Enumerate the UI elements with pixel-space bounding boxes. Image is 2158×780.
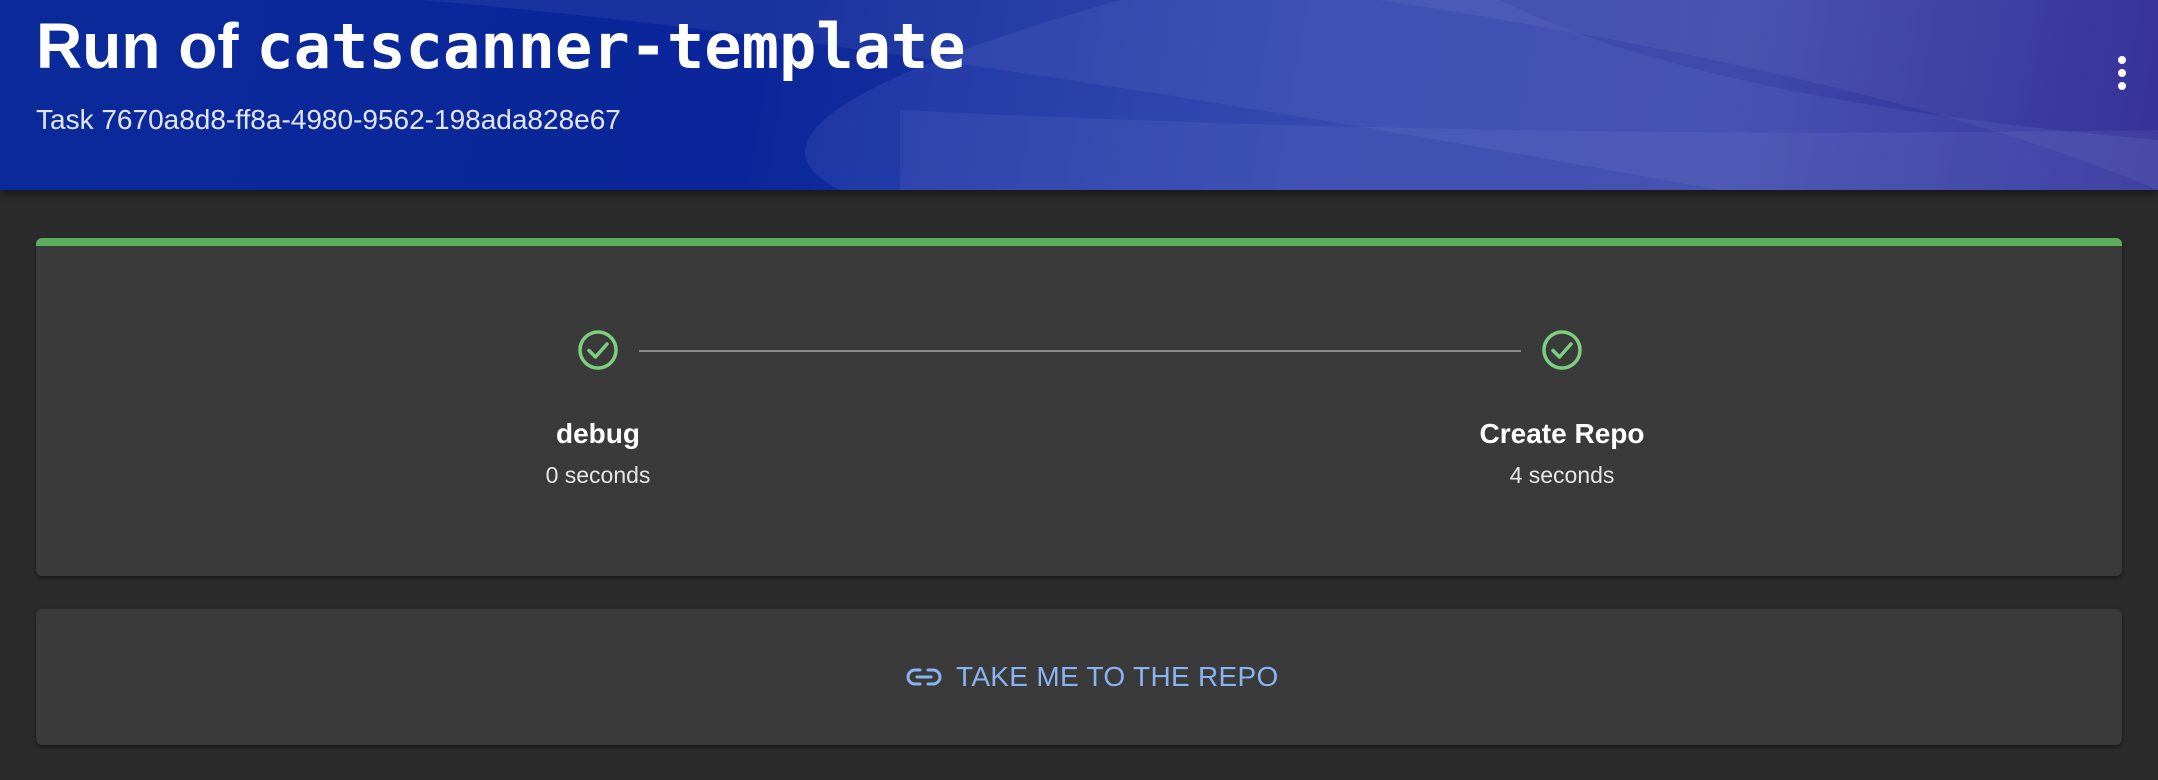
check-circle-icon (578, 330, 618, 370)
step-debug: debug 0 seconds (448, 238, 748, 576)
step-duration: 4 seconds (1509, 462, 1615, 488)
status-success-bar (36, 238, 2122, 246)
more-options-button[interactable] (2102, 50, 2142, 96)
check-circle-icon (1542, 330, 1582, 370)
step-name: debug (556, 418, 640, 449)
repo-link-label: TAKE ME TO THE REPO (956, 661, 1279, 692)
step-connector (639, 350, 1521, 352)
task-id: Task 7670a8d8-ff8a-4980-9562-198ada828e6… (36, 104, 621, 135)
step-duration: 0 seconds (545, 462, 651, 488)
repo-link-card: TAKE ME TO THE REPO (36, 609, 2122, 745)
step-name: Create Repo (1479, 418, 1645, 449)
page-title: Run of catscanner-template (36, 6, 966, 87)
more-vert-icon-dot (2118, 82, 2126, 90)
more-vert-icon (2118, 56, 2126, 64)
template-name: catscanner-template (256, 10, 966, 83)
title-prefix: Run of (36, 10, 257, 82)
link-icon (906, 668, 942, 686)
page-header: Run of catscanner-template Task 7670a8d8… (0, 0, 2158, 190)
steps-card: debug 0 seconds Create Repo 4 seconds (36, 238, 2122, 576)
take-me-to-repo-button[interactable]: TAKE ME TO THE REPO (892, 645, 1293, 709)
more-vert-icon-dot (2118, 69, 2126, 77)
step-create-repo: Create Repo 4 seconds (1412, 238, 1712, 576)
